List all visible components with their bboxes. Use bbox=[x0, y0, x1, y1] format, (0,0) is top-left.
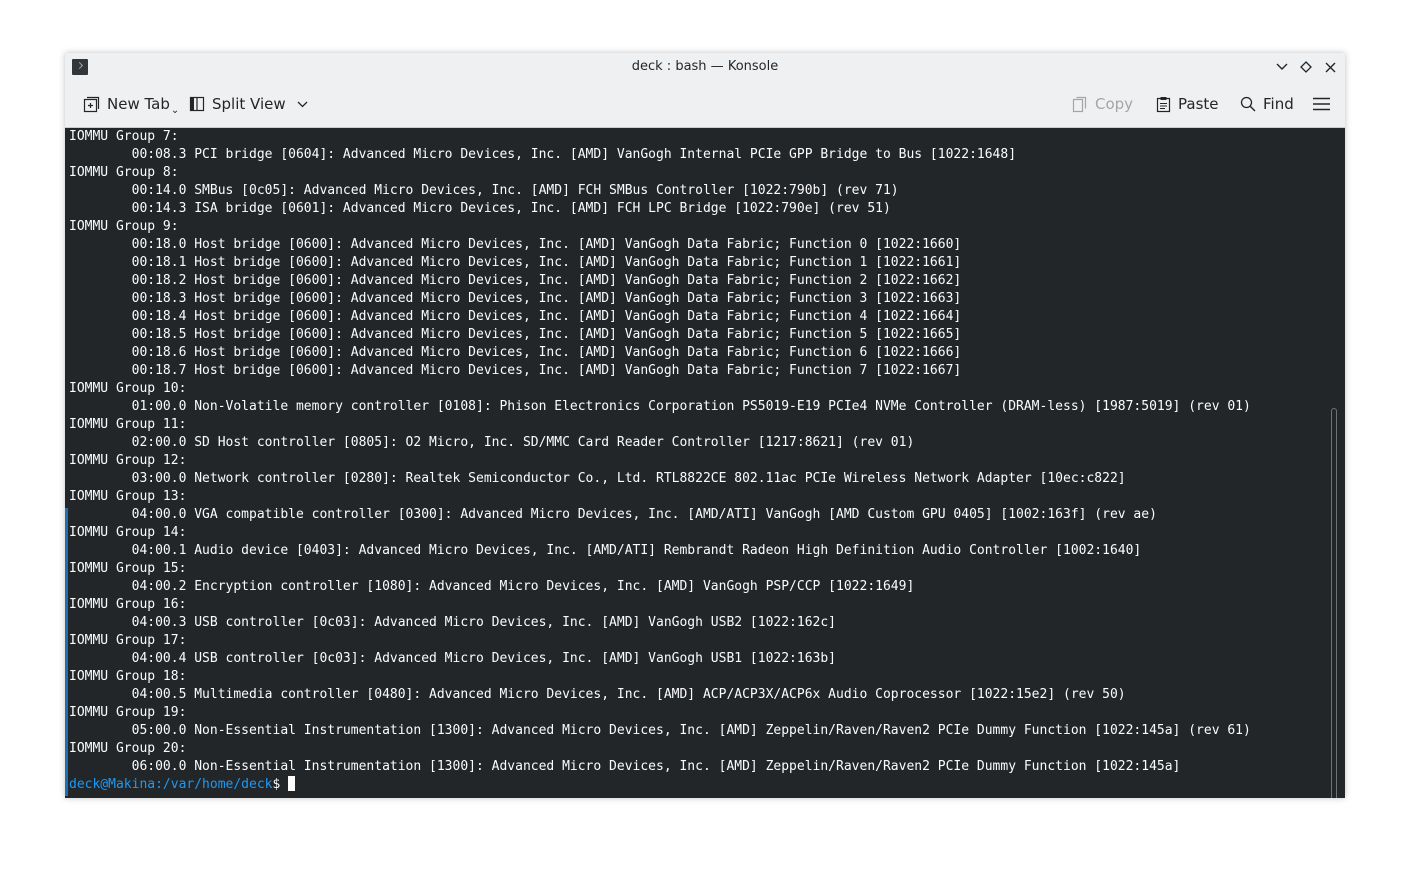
paste-label: Paste bbox=[1178, 95, 1219, 113]
copy-icon bbox=[1072, 96, 1088, 113]
hamburger-menu-icon bbox=[1313, 97, 1330, 111]
terminal-line: 02:00.0 SD Host controller [0805]: O2 Mi… bbox=[69, 435, 915, 450]
terminal-line: 00:14.3 ISA bridge [0601]: Advanced Micr… bbox=[69, 201, 891, 216]
terminal-line: 00:18.3 Host bridge [0600]: Advanced Mic… bbox=[69, 291, 962, 306]
terminal-line: 00:18.7 Host bridge [0600]: Advanced Mic… bbox=[69, 363, 962, 378]
terminal-line: 04:00.3 USB controller [0c03]: Advanced … bbox=[69, 615, 837, 630]
terminal-line: 04:00.4 USB controller [0c03]: Advanced … bbox=[69, 651, 837, 666]
terminal-output: IOMMU Group 7: 00:08.3 PCI bridge [0604]… bbox=[69, 128, 1251, 794]
terminal-line: 04:00.0 VGA compatible controller [0300]… bbox=[69, 507, 1157, 522]
terminal-line: 04:00.2 Encryption controller [1080]: Ad… bbox=[69, 579, 915, 594]
terminal-line: IOMMU Group 18: bbox=[69, 669, 187, 684]
terminal-line: IOMMU Group 17: bbox=[69, 633, 187, 648]
chevron-down-icon bbox=[1276, 63, 1288, 70]
close-button[interactable] bbox=[1320, 57, 1340, 77]
terminal-view[interactable]: IOMMU Group 7: 00:08.3 PCI bridge [0604]… bbox=[65, 128, 1345, 798]
terminal-line: 01:00.0 Non-Volatile memory controller [… bbox=[69, 399, 1251, 414]
paste-icon bbox=[1156, 96, 1171, 113]
new-tab-dropdown-icon[interactable]: ⌄ bbox=[171, 105, 179, 116]
terminal-line: IOMMU Group 14: bbox=[69, 525, 187, 540]
selection-marker bbox=[65, 508, 68, 796]
prompt-symbol: $ bbox=[272, 777, 281, 792]
terminal-line: IOMMU Group 16: bbox=[69, 597, 187, 612]
chevron-down-icon[interactable] bbox=[297, 101, 308, 108]
split-view-icon bbox=[189, 96, 205, 112]
terminal-line: 06:00.0 Non-Essential Instrumentation [1… bbox=[69, 759, 1181, 774]
window-title: deck : bash — Konsole bbox=[631, 59, 779, 74]
copy-button[interactable]: Copy bbox=[1072, 88, 1133, 120]
terminal-line: 00:18.1 Host bridge [0600]: Advanced Mic… bbox=[69, 255, 962, 270]
terminal-line: 04:00.5 Multimedia controller [0480]: Ad… bbox=[69, 687, 1126, 702]
minimize-button[interactable] bbox=[1272, 57, 1292, 77]
diamond-icon bbox=[1300, 61, 1312, 73]
find-label: Find bbox=[1263, 95, 1294, 113]
terminal-line: 00:18.6 Host bridge [0600]: Advanced Mic… bbox=[69, 345, 962, 360]
text-cursor bbox=[288, 776, 296, 791]
scrollbar[interactable] bbox=[1331, 408, 1337, 798]
terminal-line: 00:18.2 Host bridge [0600]: Advanced Mic… bbox=[69, 273, 962, 288]
terminal-line: IOMMU Group 7: bbox=[69, 129, 179, 144]
shell-prompt: deck@Makina:/var/home/deck bbox=[69, 777, 273, 792]
terminal-line: 00:18.4 Host bridge [0600]: Advanced Mic… bbox=[69, 309, 962, 324]
terminal-line: IOMMU Group 8: bbox=[69, 165, 179, 180]
menu-button[interactable] bbox=[1313, 88, 1330, 120]
split-view-button[interactable]: Split View bbox=[189, 88, 308, 120]
new-tab-icon bbox=[83, 96, 100, 113]
terminal-line: 00:08.3 PCI bridge [0604]: Advanced Micr… bbox=[69, 147, 1017, 162]
terminal-line: IOMMU Group 19: bbox=[69, 705, 187, 720]
maximize-button[interactable] bbox=[1296, 57, 1316, 77]
find-button[interactable]: Find bbox=[1240, 88, 1294, 120]
terminal-line: IOMMU Group 15: bbox=[69, 561, 187, 576]
terminal-line: 05:00.0 Non-Essential Instrumentation [1… bbox=[69, 723, 1251, 738]
terminal-line: 00:18.0 Host bridge [0600]: Advanced Mic… bbox=[69, 237, 962, 252]
close-icon bbox=[1325, 62, 1335, 72]
search-icon bbox=[1240, 96, 1256, 112]
new-tab-label: New Tab bbox=[107, 95, 170, 113]
terminal-line: IOMMU Group 10: bbox=[69, 381, 187, 396]
prompt-line[interactable]: deck@Makina:/var/home/deck$ bbox=[69, 776, 1251, 794]
terminal-line: 04:00.1 Audio device [0403]: Advanced Mi… bbox=[69, 543, 1142, 558]
new-tab-button[interactable]: New Tab ⌄ bbox=[83, 88, 179, 120]
terminal-line: IOMMU Group 11: bbox=[69, 417, 187, 432]
konsole-window: deck : bash — Konsole New Tab ⌄ Split Vi… bbox=[65, 53, 1345, 798]
terminal-line: IOMMU Group 13: bbox=[69, 489, 187, 504]
terminal-line: IOMMU Group 9: bbox=[69, 219, 179, 234]
terminal-line: 00:14.0 SMBus [0c05]: Advanced Micro Dev… bbox=[69, 183, 899, 198]
copy-label: Copy bbox=[1095, 95, 1134, 113]
title-bar[interactable]: deck : bash — Konsole bbox=[65, 53, 1345, 81]
terminal-line: IOMMU Group 12: bbox=[69, 453, 187, 468]
terminal-line: 03:00.0 Network controller [0280]: Realt… bbox=[69, 471, 1126, 486]
split-view-label: Split View bbox=[212, 95, 286, 113]
paste-button[interactable]: Paste bbox=[1156, 88, 1219, 120]
terminal-line: 00:18.5 Host bridge [0600]: Advanced Mic… bbox=[69, 327, 962, 342]
terminal-line: IOMMU Group 20: bbox=[69, 741, 187, 756]
toolbar: New Tab ⌄ Split View Copy Paste Find bbox=[65, 81, 1345, 128]
